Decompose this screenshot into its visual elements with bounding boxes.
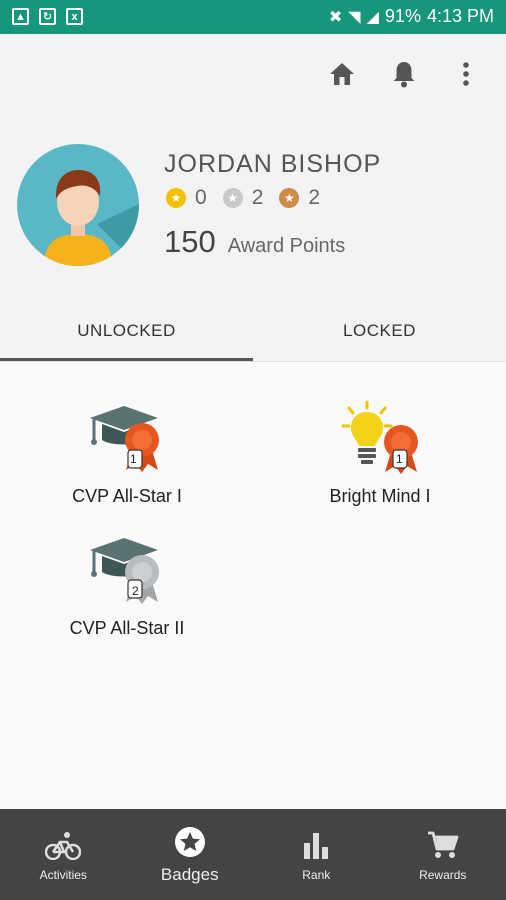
nav-label: Rank	[302, 867, 331, 882]
notifications-button[interactable]	[388, 58, 420, 90]
tab-unlocked[interactable]: UNLOCKED	[0, 300, 253, 361]
tab-locked[interactable]: LOCKED	[253, 300, 506, 361]
badge-tabs: UNLOCKED LOCKED	[0, 300, 506, 361]
more-vertical-icon	[463, 62, 469, 86]
battery-percent: 91%	[384, 6, 421, 26]
ribbon-number: 1	[396, 452, 403, 466]
cart-icon	[427, 831, 459, 858]
gold-medal-count: 0	[195, 186, 207, 209]
badge-cvp-all-star-2[interactable]: 2 CVP All-Star II	[37, 532, 217, 639]
bar-chart-icon	[304, 832, 329, 859]
badge-label: CVP All-Star II	[69, 618, 185, 638]
status-bar: ▲ ↻ x ✖ ◥ ◢ 91% 4:13 PM	[0, 0, 506, 34]
bicycle-icon	[45, 831, 82, 860]
person-avatar-icon	[43, 170, 139, 266]
nav-activities[interactable]: Activities	[0, 809, 127, 900]
badge-bright-mind-1[interactable]: 1 Bright Mind I	[290, 400, 470, 507]
nav-label: Badges	[160, 864, 219, 884]
ribbon-number: 1	[130, 452, 137, 466]
avatar	[17, 144, 139, 266]
bronze-medal-count: 2	[308, 186, 321, 209]
signal-icon: ◢	[366, 8, 379, 26]
wifi-icon: ◥	[348, 8, 361, 26]
ribbon-icon	[384, 425, 418, 474]
nav-rank[interactable]: Rank	[253, 809, 380, 900]
bottom-navigation: Activities Badges Rank Rewards	[0, 809, 506, 900]
nav-rewards[interactable]: Rewards	[380, 809, 506, 900]
bell-icon	[393, 62, 415, 88]
badge-label: CVP All-Star I	[72, 486, 182, 506]
badge-cvp-all-star-1[interactable]: 1 CVP All-Star I	[37, 400, 217, 507]
silver-medal-icon: ★	[222, 188, 243, 208]
profile-name: JORDAN BISHOP	[164, 150, 382, 178]
star-badge-icon	[174, 826, 205, 857]
ribbon-number: 2	[132, 584, 139, 598]
award-points: 150 Award Points	[164, 224, 345, 260]
ribbon-icon	[125, 423, 159, 472]
points-value: 150	[164, 224, 216, 259]
more-options-button[interactable]	[450, 58, 482, 90]
image-notification-icon: ▲	[12, 8, 29, 25]
nav-label: Rewards	[419, 867, 467, 882]
silver-medal-count: 2	[251, 186, 264, 209]
mute-icon: ✖	[328, 8, 343, 26]
nav-label: Activities	[39, 867, 87, 882]
gold-medal-icon: ★	[166, 188, 186, 208]
ribbon-icon	[125, 555, 159, 604]
tab-divider	[0, 361, 506, 362]
home-button[interactable]	[326, 58, 358, 90]
medal-counts: ★ 0 ★ 2 ★ 2	[166, 186, 336, 210]
nav-badges[interactable]: Badges	[127, 809, 254, 900]
clock: 4:13 PM	[426, 6, 494, 26]
bronze-medal-icon: ★	[279, 188, 300, 208]
sync-notification-icon: ↻	[39, 8, 56, 25]
home-icon	[330, 63, 354, 85]
excel-notification-icon: x	[66, 8, 83, 25]
points-label: Award Points	[227, 235, 346, 257]
badge-label: Bright Mind I	[329, 486, 431, 506]
